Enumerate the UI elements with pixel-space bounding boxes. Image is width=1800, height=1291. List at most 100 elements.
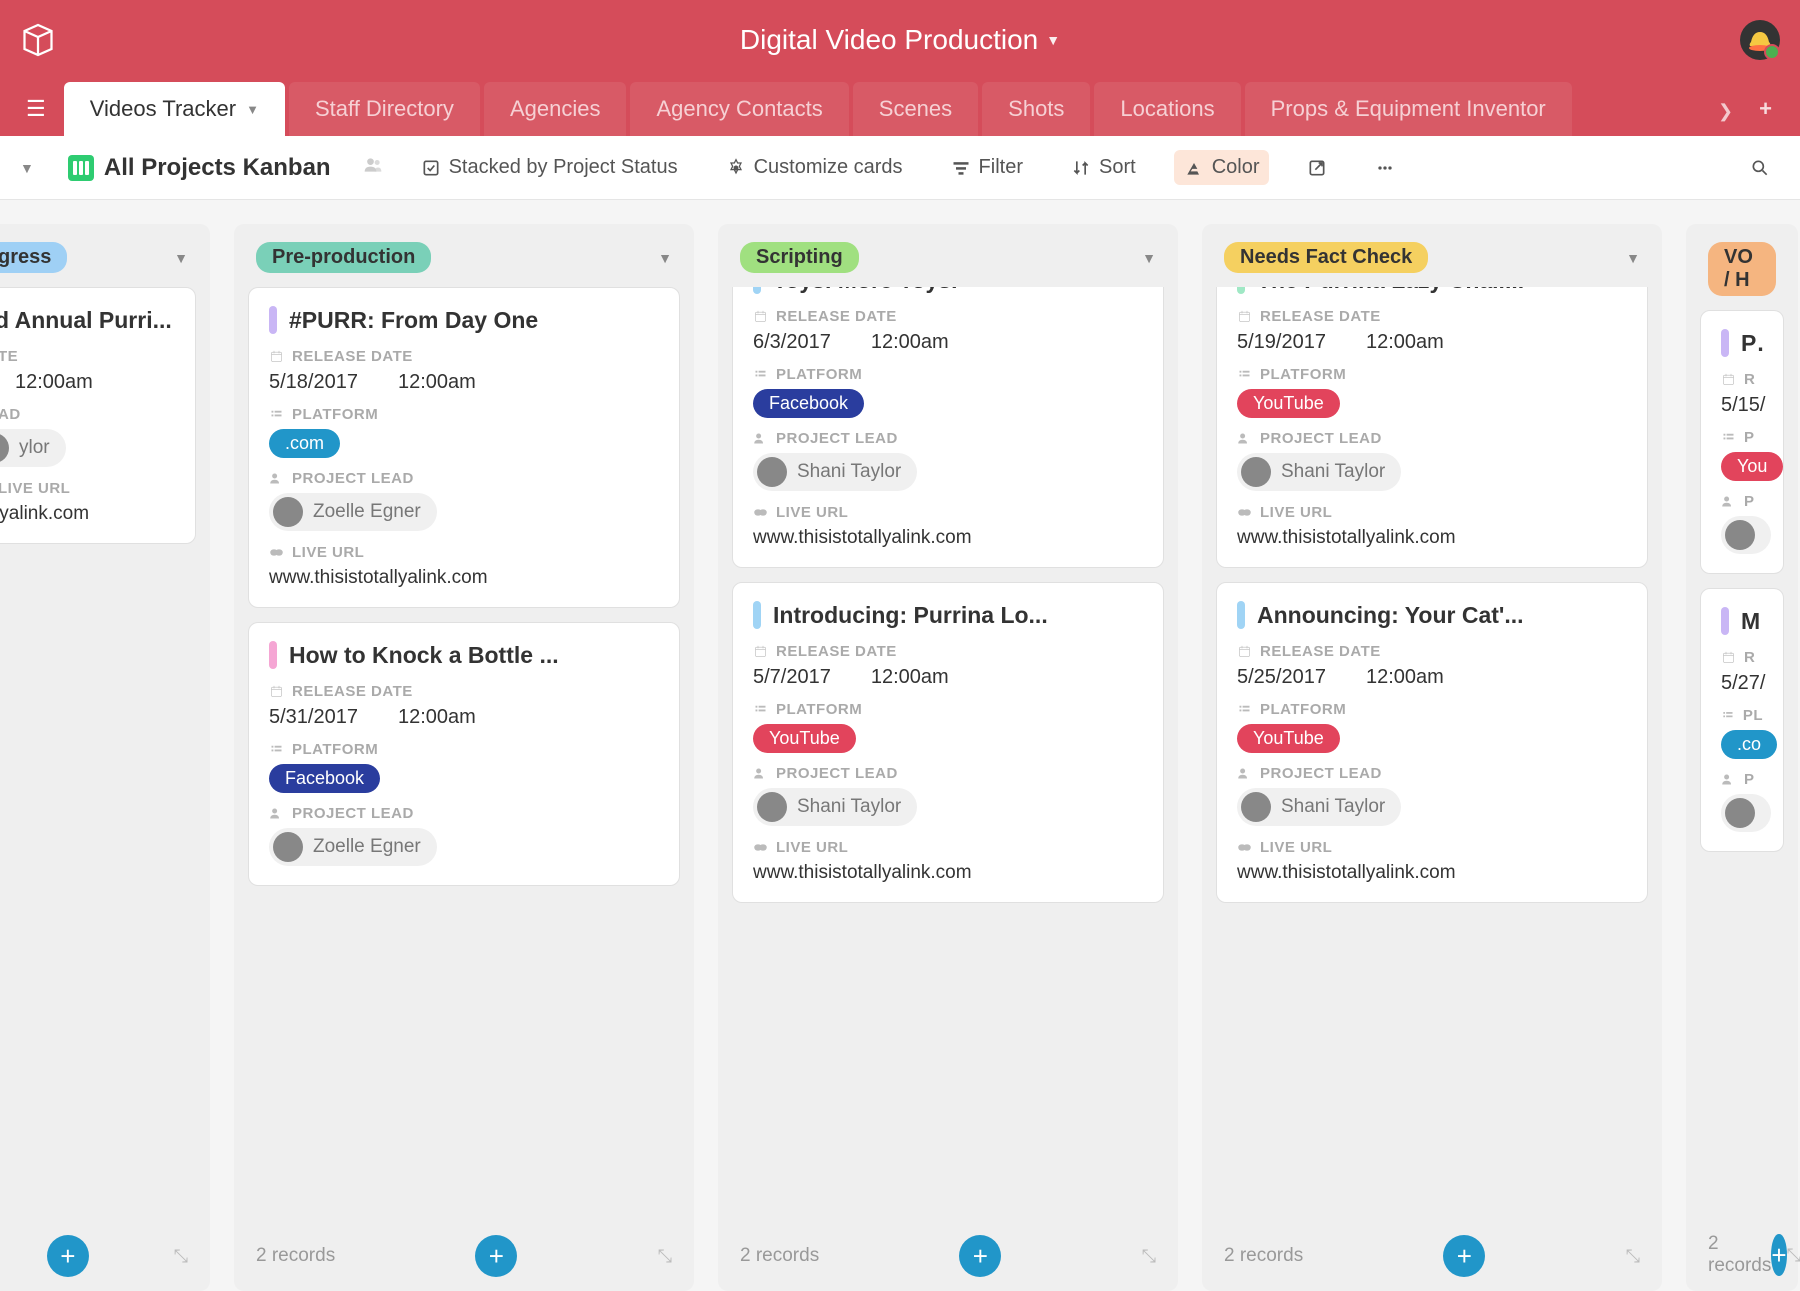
kanban-card[interactable]: d Annual Purri...TE12:00amADylorLIVE URL… [0,287,196,544]
add-card-button[interactable]: + [47,1235,89,1277]
field-label-project-lead: PROJECT LEAD [1237,765,1627,782]
view-switcher[interactable]: All Projects Kanban [68,154,331,182]
column-cards[interactable]: #PURR: From Day OneRELEASE DATE5/18/2017… [234,287,694,1221]
platform-pill[interactable]: You [1721,452,1783,481]
platform-pill[interactable]: YouTube [1237,389,1340,418]
menu-icon[interactable]: ☰ [10,82,62,136]
avatar [273,832,303,862]
tab-agencies[interactable]: Agencies [484,82,627,136]
card-title: The Purrina Lazy Chall... [1257,287,1524,294]
kanban-card[interactable]: PuR5/15/PYouP [1700,310,1784,574]
column-title[interactable]: rogress [0,242,67,273]
add-tab-button[interactable]: + [1741,82,1790,136]
live-url-value[interactable]: www.thisistotallyalink.com [1237,862,1627,884]
project-lead-pill[interactable] [1721,516,1771,554]
tab-props-equipment[interactable]: Props & Equipment Inventor [1245,82,1572,136]
kanban-card[interactable]: Introducing: Purrina Lo...RELEASE DATE5/… [732,582,1164,903]
column-title[interactable]: Pre-production [256,242,431,273]
tab-videos-tracker[interactable]: Videos Tracker ▼ [64,82,285,136]
add-card-button[interactable]: + [1443,1235,1485,1277]
tab-scenes[interactable]: Scenes [853,82,978,136]
kanban-card[interactable]: The Purrina Lazy Chall...RELEASE DATE5/1… [1216,287,1648,568]
column-title[interactable]: Scripting [740,242,859,273]
customize-cards-button[interactable]: Customize cards [716,150,913,185]
base-title[interactable]: Digital Video Production ▼ [740,24,1060,56]
platform-pill[interactable]: YouTube [1237,724,1340,753]
kanban-card[interactable]: Toys. More Toys.RELEASE DATE6/3/201712:0… [732,287,1164,568]
project-lead-pill[interactable] [1721,794,1771,832]
view-menu-caret-icon[interactable]: ▼ [20,160,40,176]
kanban-card[interactable]: How to Knock a Bottle ...RELEASE DATE5/3… [248,622,680,886]
live-url-value[interactable]: tallyalink.com [0,503,175,525]
view-toolbar: ▼ All Projects Kanban Stacked by Project… [0,136,1800,200]
column-header: Scripting ▼ [718,224,1178,287]
share-button[interactable] [1297,152,1337,184]
project-lead-pill[interactable]: Shani Taylor [753,453,917,491]
project-lead-pill[interactable]: Zoelle Egner [269,493,437,531]
column-cards[interactable]: Toys. More Toys.RELEASE DATE6/3/201712:0… [718,287,1178,1221]
column-cards[interactable]: d Annual Purri...TE12:00amADylorLIVE URL… [0,287,210,1221]
column-cards[interactable]: PuR5/15/PYouP MR5/27/PL.coP [1686,310,1798,1219]
search-button[interactable] [1740,152,1780,184]
project-lead-pill[interactable]: ylor [0,429,66,467]
kanban-card[interactable]: MR5/27/PL.coP [1700,588,1784,852]
filter-button[interactable]: Filter [941,150,1033,185]
tab-shots[interactable]: Shots [982,82,1090,136]
column-menu-caret-icon[interactable]: ▼ [174,250,188,266]
live-url-value[interactable]: www.thisistotallyalink.com [753,862,1143,884]
platform-pill[interactable]: YouTube [753,724,856,753]
project-lead-pill[interactable]: Shani Taylor [1237,453,1401,491]
column-title[interactable]: VO / H [1708,242,1776,296]
project-lead-pill[interactable]: Shani Taylor [753,788,917,826]
collapse-column-icon[interactable]: ⤡ [174,1246,188,1267]
user-avatar[interactable] [1740,20,1780,60]
platform-pill[interactable]: .com [269,429,340,458]
collapse-column-icon[interactable]: ⤡ [658,1246,672,1267]
column-title[interactable]: Needs Fact Check [1224,242,1428,273]
column-cards[interactable]: The Purrina Lazy Chall...RELEASE DATE5/1… [1202,287,1662,1221]
field-label-live-url: LIVE URL [1237,504,1627,521]
card-title: #PURR: From Day One [289,307,538,334]
column-header: rogress ▼ [0,224,210,287]
release-date-value: 6/3/201712:00am [753,331,1143,354]
tab-agency-contacts[interactable]: Agency Contacts [630,82,848,136]
kanban-card[interactable]: #PURR: From Day OneRELEASE DATE5/18/2017… [248,287,680,608]
column-menu-caret-icon[interactable]: ▼ [1626,250,1640,266]
live-url-value[interactable]: www.thisistotallyalink.com [269,567,659,589]
lead-name: Zoelle Egner [313,501,421,523]
platform-pill[interactable]: Facebook [269,764,380,793]
tabs-container: Videos Tracker ▼ Staff Directory Agencie… [62,82,1710,136]
tab-locations[interactable]: Locations [1094,82,1240,136]
stacked-by-button[interactable]: Stacked by Project Status [411,150,688,185]
project-lead-pill[interactable]: Shani Taylor [1237,788,1401,826]
more-options-button[interactable] [1365,152,1405,184]
project-lead-pill[interactable]: Zoelle Egner [269,828,437,866]
caret-down-icon: ▼ [246,102,259,117]
logo-icon[interactable] [20,22,56,58]
platform-pill[interactable]: Facebook [753,389,864,418]
field-label-release-date: RELEASE DATE [1237,308,1627,325]
card-color-bar [269,306,277,334]
tabs-scroll-right-icon[interactable]: ❯ [1710,87,1741,136]
color-button[interactable]: Color [1174,150,1270,185]
kanban-board[interactable]: rogress ▼ d Annual Purri...TE12:00amADylor… [0,200,1800,1291]
sort-button[interactable]: Sort [1061,150,1146,185]
add-card-button[interactable]: + [959,1235,1001,1277]
card-color-bar [1237,287,1245,294]
collapse-column-icon[interactable]: ⤡ [1142,1246,1156,1267]
tab-staff-directory[interactable]: Staff Directory [289,82,480,136]
field-label-live-url: LIVE URL [753,839,1143,856]
column-menu-caret-icon[interactable]: ▼ [658,250,672,266]
collaborators-icon[interactable] [363,155,383,181]
platform-pill[interactable]: .co [1721,730,1777,759]
column-menu-caret-icon[interactable]: ▼ [1142,250,1156,266]
kanban-card[interactable]: Announcing: Your Cat'...RELEASE DATE5/25… [1216,582,1648,903]
add-card-button[interactable]: + [475,1235,517,1277]
live-url-value[interactable]: www.thisistotallyalink.com [753,527,1143,549]
collapse-column-icon[interactable]: ⤡ [1787,1245,1800,1266]
add-card-button[interactable]: + [1771,1234,1786,1276]
lead-name: Shani Taylor [797,461,901,483]
live-url-value[interactable]: www.thisistotallyalink.com [1237,527,1627,549]
release-date-value: 5/27/ [1721,672,1763,695]
collapse-column-icon[interactable]: ⤡ [1626,1246,1640,1267]
